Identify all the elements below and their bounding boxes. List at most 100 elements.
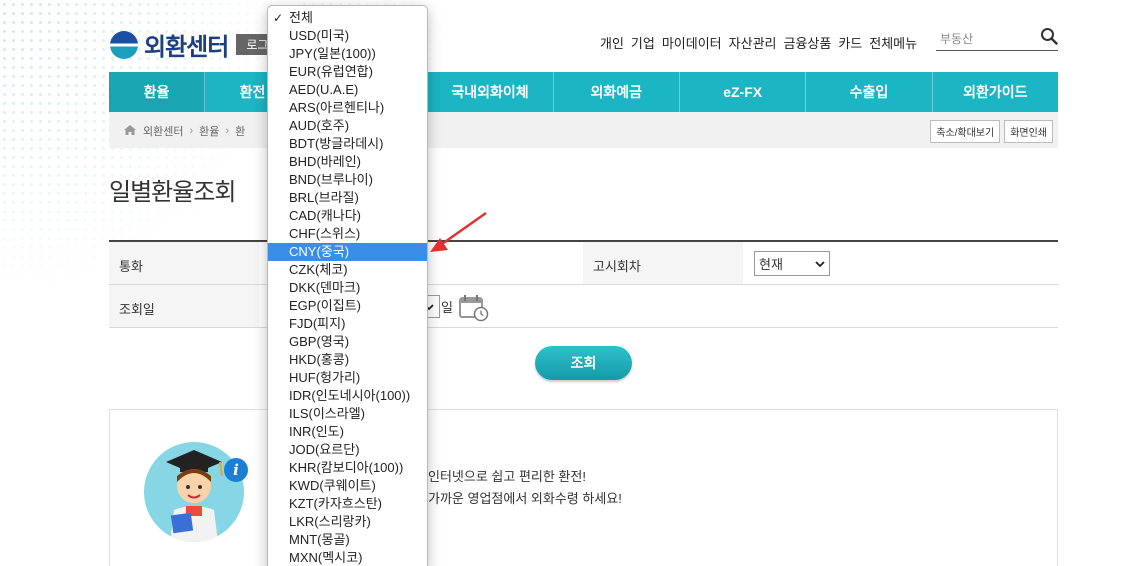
search-form: 통화 고시회차 현재 조회일 일 bbox=[109, 240, 1058, 328]
calendar-icon[interactable] bbox=[459, 294, 489, 327]
info-text: 인터넷으로 쉽고 편리한 환전! 가까운 영업점에서 외화수령 하세요! bbox=[428, 466, 622, 510]
currency-option-label: INR(인도) bbox=[289, 424, 344, 439]
currency-option[interactable]: MXN(멕시코) bbox=[268, 549, 427, 566]
currency-option-label: ARS(아르헨티나) bbox=[289, 100, 385, 115]
currency-option-label: MNT(몽골) bbox=[289, 532, 350, 547]
currency-option[interactable]: BND(브루나이) bbox=[268, 171, 427, 189]
breadcrumb-bar: 외환센터 › 환율 › 환 축소/확대보기 화면인쇄 bbox=[109, 112, 1058, 148]
print-button[interactable]: 화면인쇄 bbox=[1004, 120, 1053, 143]
breadcrumb-item[interactable]: 환율 bbox=[199, 123, 219, 139]
currency-option-label: AUD(호주) bbox=[289, 118, 350, 133]
currency-option-label: BDT(방글라데시) bbox=[289, 136, 384, 151]
currency-option[interactable]: FJD(피지) bbox=[268, 315, 427, 333]
currency-option-label: ILS(이스라엘) bbox=[289, 406, 366, 421]
utility-nav: 개인 기업 마이데이터 자산관리 금융상품 카드 전체메뉴 bbox=[600, 33, 917, 52]
currency-option[interactable]: ✓ 전체 bbox=[268, 9, 427, 27]
currency-option-label: KZT(카자흐스탄) bbox=[289, 496, 383, 511]
currency-option[interactable]: EGP(이집트) bbox=[268, 297, 427, 315]
currency-option[interactable]: BDT(방글라데시) bbox=[268, 135, 427, 153]
util-nav-products[interactable]: 금융상품 bbox=[784, 33, 832, 52]
tab-exchange-rate[interactable]: 환율 bbox=[109, 72, 205, 112]
notice-round-label: 고시회차 bbox=[583, 242, 743, 284]
currency-option[interactable]: MNT(몽골) bbox=[268, 531, 427, 549]
day-suffix: 일 bbox=[441, 300, 453, 315]
checkmark-icon: ✓ bbox=[273, 11, 284, 25]
currency-option[interactable]: CNY(중국) bbox=[268, 243, 427, 261]
form-row-currency: 통화 고시회차 현재 bbox=[109, 242, 1058, 285]
currency-option-label: EGP(이집트) bbox=[289, 298, 361, 313]
currency-option[interactable]: HKD(홍콩) bbox=[268, 351, 427, 369]
currency-option[interactable]: USD(미국) bbox=[268, 27, 427, 45]
currency-option-label: AED(U.A.E) bbox=[289, 82, 359, 97]
date-label: 조회일 bbox=[109, 285, 259, 327]
currency-option[interactable]: CAD(캐나다) bbox=[268, 207, 427, 225]
tab-domestic-transfer[interactable]: 국내외화이체 bbox=[427, 72, 554, 112]
site-logo[interactable]: 외환센터 로그 bbox=[110, 27, 279, 62]
tab-ez-fx[interactable]: eZ-FX bbox=[680, 72, 807, 112]
util-nav-business[interactable]: 기업 bbox=[631, 33, 655, 52]
currency-option[interactable]: BHD(바레인) bbox=[268, 153, 427, 171]
currency-option[interactable]: BRL(브라질) bbox=[268, 189, 427, 207]
currency-option[interactable]: ILS(이스라엘) bbox=[268, 405, 427, 423]
currency-option[interactable]: GBP(영국) bbox=[268, 333, 427, 351]
currency-option[interactable]: LKR(스리랑카) bbox=[268, 513, 427, 531]
currency-option[interactable]: CZK(체코) bbox=[268, 261, 427, 279]
currency-option[interactable]: AED(U.A.E) bbox=[268, 81, 427, 99]
currency-option[interactable]: DKK(덴마크) bbox=[268, 279, 427, 297]
currency-option-label: MXN(멕시코) bbox=[289, 550, 363, 565]
currency-option[interactable]: ARS(아르헨티나) bbox=[268, 99, 427, 117]
util-nav-mydata[interactable]: 마이데이터 bbox=[662, 33, 722, 52]
site-search bbox=[936, 27, 1058, 51]
currency-option-label: HUF(헝가리) bbox=[289, 370, 361, 385]
currency-option-label: JPY(일본(100)) bbox=[289, 46, 376, 61]
currency-option[interactable]: IDR(인도네시아(100)) bbox=[268, 387, 427, 405]
tab-fx-guide[interactable]: 외환가이드 bbox=[933, 72, 1058, 112]
search-input[interactable] bbox=[936, 31, 1032, 46]
util-nav-card[interactable]: 카드 bbox=[838, 33, 862, 52]
search-submit-button[interactable]: 조회 bbox=[535, 346, 632, 380]
zoom-button[interactable]: 축소/확대보기 bbox=[930, 120, 1001, 143]
mascot-illustration bbox=[144, 442, 244, 542]
currency-option[interactable]: JPY(일본(100)) bbox=[268, 45, 427, 63]
chevron-right-icon: › bbox=[225, 125, 230, 137]
breadcrumb-item[interactable]: 외환센터 bbox=[143, 123, 183, 139]
info-line-2: 가까운 영업점에서 외화수령 하세요! bbox=[428, 491, 622, 506]
currency-option[interactable]: KWD(쿠웨이트) bbox=[268, 477, 427, 495]
currency-option[interactable]: AUD(호주) bbox=[268, 117, 427, 135]
notice-round-select[interactable]: 현재 bbox=[754, 251, 830, 276]
tab-import-export[interactable]: 수출입 bbox=[806, 72, 933, 112]
currency-option[interactable]: EUR(유럽연합) bbox=[268, 63, 427, 81]
currency-option[interactable]: CHF(스위스) bbox=[268, 225, 427, 243]
currency-option-label: GBP(영국) bbox=[289, 334, 350, 349]
page-title: 일별환율조회 bbox=[109, 179, 236, 206]
currency-option-label: KHR(캄보디아(100)) bbox=[289, 460, 404, 475]
util-nav-personal[interactable]: 개인 bbox=[600, 33, 624, 52]
currency-option-label: BHD(바레인) bbox=[289, 154, 361, 169]
breadcrumb-item[interactable]: 환 bbox=[235, 123, 245, 139]
util-nav-all-menu[interactable]: 전체메뉴 bbox=[869, 33, 917, 52]
currency-option-label: USD(미국) bbox=[289, 28, 350, 43]
currency-option-label: CZK(체코) bbox=[289, 262, 348, 277]
logo-text: 외환센터 bbox=[144, 34, 229, 61]
currency-option-label: HKD(홍콩) bbox=[289, 352, 350, 367]
info-icon: i bbox=[224, 458, 248, 482]
currency-option-label: LKR(스리랑카) bbox=[289, 514, 371, 529]
currency-option-label: DKK(덴마크) bbox=[289, 280, 361, 295]
home-icon[interactable] bbox=[123, 124, 137, 139]
currency-option-label: BND(브루나이) bbox=[289, 172, 373, 187]
tab-fx-deposit[interactable]: 외화예금 bbox=[554, 72, 680, 112]
currency-option-label: CAD(캐나다) bbox=[289, 208, 361, 223]
currency-option[interactable]: KZT(카자흐스탄) bbox=[268, 495, 427, 513]
util-nav-asset[interactable]: 자산관리 bbox=[729, 33, 777, 52]
currency-dropdown-list[interactable]: ✓ 전체 USD(미국) JPY(일본(100)) EUR(유럽연합) AED(U.A.E… bbox=[267, 5, 428, 566]
currency-option[interactable]: INR(인도) bbox=[268, 423, 427, 441]
currency-option[interactable]: HUF(헝가리) bbox=[268, 369, 427, 387]
chevron-right-icon: › bbox=[189, 125, 194, 137]
breadcrumb: 외환센터 › 환율 › 환 bbox=[123, 123, 245, 139]
search-icon[interactable] bbox=[1040, 27, 1058, 50]
currency-option[interactable]: JOD(요르단) bbox=[268, 441, 427, 459]
currency-option[interactable]: KHR(캄보디아(100)) bbox=[268, 459, 427, 477]
currency-option-label: CHF(스위스) bbox=[289, 226, 361, 241]
info-line-1: 인터넷으로 쉽고 편리한 환전! bbox=[428, 469, 586, 484]
currency-option-label: 전체 bbox=[289, 10, 313, 25]
